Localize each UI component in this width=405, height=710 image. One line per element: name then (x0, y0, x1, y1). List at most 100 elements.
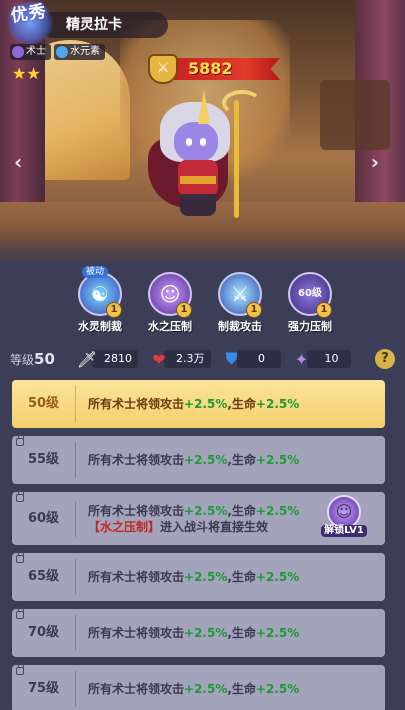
hero-staff (234, 100, 239, 218)
unlock-label: 解锁LV1 (321, 525, 367, 537)
prev-hero-arrow[interactable]: ‹ (14, 150, 22, 174)
skill-name: 水灵制裁 (78, 320, 122, 333)
desc-prefix: 所有术士将领攻击 (88, 503, 185, 518)
hero-tags: 术士 水元素 (10, 44, 105, 60)
level-row-75[interactable]: 75级 所有术士将领攻击+2.5%,生命+2.5% (12, 663, 385, 710)
hero-eye-right (200, 138, 206, 146)
lock-icon (16, 434, 24, 446)
passive-badge: 被动 (82, 266, 109, 278)
wand-icon (12, 46, 24, 58)
skill-unlock-badge[interactable]: ☺ 解锁LV1 (321, 495, 367, 541)
unlock-skill-text: 进入战斗将直接生效 (160, 519, 269, 534)
desc-mid: ,生命 (227, 453, 256, 467)
row-description: 所有术士将领攻击+2.5%,生命+2.5% (76, 452, 299, 468)
skill-list: 被动 ☯ 1 水灵制裁 ☺ 1 水之压制 ⚔ 1 制裁攻击 60级 1 强力压制 (70, 266, 340, 338)
row-level: 70级 (12, 615, 76, 651)
stats-bar: 等级50 🗡 2810 ❤ 2.3万 ⛊ 0 ✦ 10 ? (10, 346, 395, 372)
power-value: 5882 (188, 59, 233, 78)
sword-icon: ⚔ (231, 282, 249, 306)
skill-name: 制裁攻击 (218, 320, 262, 333)
hero-belt (180, 176, 216, 184)
unlock-skill-name: 【水之压制】 (88, 519, 161, 534)
row-level: 60级 (12, 500, 76, 537)
skill-icon: ☺ 1 (148, 272, 192, 318)
row-level: 65级 (12, 559, 76, 595)
hp-bonus: +2.5% (255, 682, 300, 696)
hero-character (140, 90, 270, 225)
lock-icon (16, 607, 24, 619)
row-description: 所有术士将领攻击+2.5%,生命+2.5% (76, 396, 299, 412)
desc-mid: ,生命 (227, 682, 256, 696)
skill-power-suppress[interactable]: 60级 1 强力压制 (280, 268, 340, 338)
lock-icon (16, 663, 24, 675)
water-drop-icon (56, 46, 68, 58)
skill-icon-locked: 60级 1 (288, 272, 332, 318)
skill-icon: ☯ 1 (78, 272, 122, 318)
level-row-70[interactable]: 70级 所有术士将领攻击+2.5%,生命+2.5% (12, 607, 385, 657)
crystal-icon: ✦ (294, 349, 309, 369)
hp-bonus: +2.5% (255, 503, 300, 518)
row-level: 55级 (12, 442, 76, 478)
lock-icon (16, 490, 24, 502)
hero-staff-crescent (222, 90, 262, 116)
skill-water-spirit[interactable]: 被动 ☯ 1 水灵制裁 (70, 266, 130, 338)
swirl-icon: ☯ (91, 282, 109, 306)
scene-fade (0, 230, 405, 270)
hero-face (174, 122, 218, 162)
desc-prefix: 所有术士将领攻击 (88, 682, 185, 696)
desc-mid: ,生命 (227, 570, 256, 584)
power-shield-icon: ⚔ (148, 54, 178, 84)
atk-bonus: +2.5% (184, 453, 228, 467)
skill-level-badge: 1 (106, 302, 122, 318)
row-description: 所有术士将领攻击+2.5%,生命+2.5% (76, 569, 299, 585)
atk-bonus: +2.5% (184, 397, 228, 411)
atk-bonus: +2.5% (184, 503, 228, 518)
atk-bonus: +2.5% (184, 570, 228, 584)
level-row-65[interactable]: 65级 所有术士将领攻击+2.5%,生命+2.5% (12, 551, 385, 601)
desc-prefix: 所有术士将领攻击 (88, 626, 185, 640)
hp-bonus: +2.5% (255, 626, 300, 640)
level-label: 等级 (10, 353, 35, 367)
skill-sanction-attack[interactable]: ⚔ 1 制裁攻击 (210, 268, 270, 338)
lock-icon (16, 551, 24, 563)
star-icons: ★★ (12, 64, 41, 83)
desc-prefix: 所有术士将领攻击 (88, 397, 185, 411)
help-button[interactable]: ? (375, 349, 395, 369)
desc-mid: ,生命 (227, 626, 256, 640)
skill-water-suppress[interactable]: ☺ 1 水之压制 (140, 268, 200, 338)
star-rating: ★★ (12, 64, 41, 83)
shield-icon: ⛊ (225, 349, 238, 368)
spirit-icon: ☺ (327, 495, 361, 529)
power-display: ⚔ 5882 (148, 54, 280, 84)
row-level: 50级 (12, 386, 76, 422)
spirit-icon: ☺ (159, 282, 181, 306)
row-description: 所有术士将领攻击+2.5%,生命+2.5% 【水之压制】进入战斗将直接生效 (76, 503, 299, 535)
skill-icon: ⚔ 1 (218, 272, 262, 318)
heart-icon: ❤ (152, 349, 166, 369)
class-tag-label: 术士 (26, 46, 46, 57)
row-description: 所有术士将领攻击+2.5%,生命+2.5% (76, 681, 299, 697)
skill-level-badge: 1 (316, 302, 332, 318)
sword-icon: 🗡 (76, 349, 98, 369)
attack-stat: 🗡 2810 (74, 348, 138, 370)
hp-stat: ❤ 2.3万 (146, 348, 211, 370)
level-bonus-list: 50级 所有术士将领攻击+2.5%,生命+2.5% 55级 所有术士将领攻击+2… (12, 380, 385, 710)
atk-bonus: +2.5% (184, 626, 228, 640)
level-value: 50 (34, 350, 55, 368)
row-level: 75级 (12, 671, 76, 707)
crystal-stat: ✦ 10 (289, 348, 351, 370)
element-tag: 水元素 (54, 44, 105, 60)
level-row-50[interactable]: 50级 所有术士将领攻击+2.5%,生命+2.5% (12, 380, 385, 428)
atk-bonus: +2.5% (184, 682, 228, 696)
level-row-55[interactable]: 55级 所有术士将领攻击+2.5%,生命+2.5% (12, 434, 385, 484)
element-tag-label: 水元素 (70, 46, 100, 57)
hero-name: 精灵拉卡 (40, 12, 168, 38)
background-shelf (320, 80, 390, 150)
hero-eye-left (186, 138, 192, 146)
class-tag: 术士 (10, 44, 51, 60)
defense-stat: ⛊ 0 (219, 348, 281, 370)
skill-name: 强力压制 (288, 320, 332, 333)
skill-unlock-level: 60级 (298, 288, 322, 299)
level-row-60[interactable]: 60级 所有术士将领攻击+2.5%,生命+2.5% 【水之压制】进入战斗将直接生… (12, 490, 385, 545)
next-hero-arrow[interactable]: › (371, 150, 379, 174)
